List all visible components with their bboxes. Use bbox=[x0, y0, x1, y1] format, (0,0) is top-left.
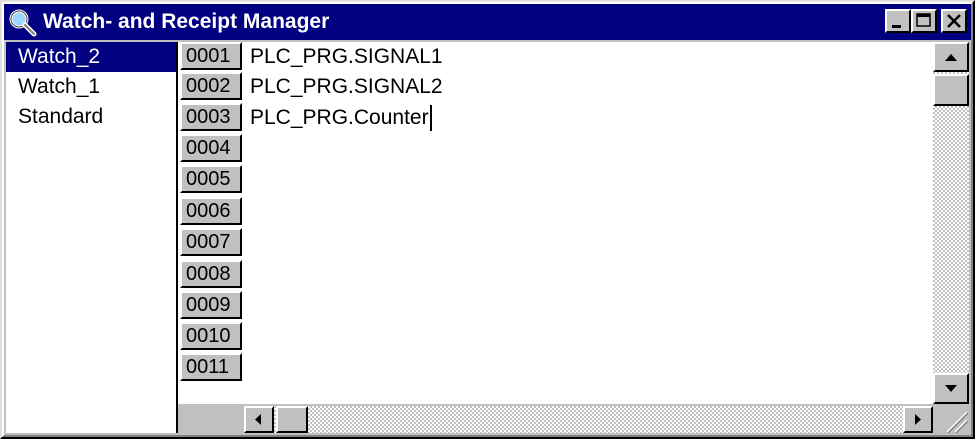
maximize-button[interactable] bbox=[911, 9, 937, 33]
arrow-right-icon bbox=[915, 414, 921, 425]
line-number: 0009 bbox=[180, 291, 242, 319]
close-button[interactable] bbox=[941, 9, 967, 33]
vertical-scrollbar[interactable] bbox=[933, 42, 969, 404]
watch-editor: 0001 0002 0003 0004 0005 0006 0007 0008 … bbox=[178, 42, 969, 434]
watch-list-item[interactable]: Watch_1 bbox=[6, 72, 176, 102]
scroll-right-button[interactable] bbox=[903, 406, 933, 433]
scroll-left-button[interactable] bbox=[244, 406, 274, 433]
code-line[interactable]: PLC_PRG.SIGNAL1 bbox=[250, 42, 443, 72]
minimize-icon bbox=[892, 25, 901, 28]
code-line[interactable]: PLC_PRG.SIGNAL2 bbox=[250, 72, 443, 102]
scroll-up-button[interactable] bbox=[933, 42, 969, 72]
code-line[interactable]: PLC_PRG.Counter bbox=[250, 103, 432, 133]
watch-list-item[interactable]: Watch_2 bbox=[6, 42, 176, 72]
vertical-scroll-thumb[interactable] bbox=[933, 74, 969, 106]
close-icon bbox=[947, 14, 961, 28]
client-area: Watch_2 Watch_1 Standard 0001 0002 0003 … bbox=[6, 42, 969, 434]
magnifier-icon bbox=[9, 9, 37, 37]
line-number: 0007 bbox=[180, 228, 242, 256]
arrow-left-icon bbox=[255, 414, 261, 425]
line-number: 0003 bbox=[180, 103, 242, 131]
text-caret bbox=[429, 105, 432, 132]
resize-grip-icon bbox=[946, 411, 969, 434]
code-line-text: PLC_PRG.Counter bbox=[250, 106, 429, 129]
watch-receipt-manager-window: Watch- and Receipt Manager Watch_2 Watch… bbox=[0, 0, 975, 439]
line-number: 0008 bbox=[180, 260, 242, 288]
code-line-text: PLC_PRG.SIGNAL2 bbox=[250, 75, 443, 98]
line-number: 0002 bbox=[180, 72, 242, 100]
minimize-button[interactable] bbox=[885, 9, 911, 33]
code-line-text: PLC_PRG.SIGNAL1 bbox=[250, 45, 443, 68]
maximize-icon bbox=[916, 13, 931, 27]
scroll-down-button[interactable] bbox=[933, 373, 969, 404]
line-number-gutter: 0001 0002 0003 0004 0005 0006 0007 0008 … bbox=[178, 42, 244, 404]
horizontal-scrollbar[interactable] bbox=[244, 406, 933, 433]
watch-list-item[interactable]: Standard bbox=[6, 102, 176, 132]
horizontal-scroll-area bbox=[178, 404, 969, 434]
title-buttons bbox=[885, 9, 967, 33]
arrow-up-icon bbox=[945, 54, 957, 61]
title-bar[interactable]: Watch- and Receipt Manager bbox=[4, 4, 971, 40]
line-number: 0010 bbox=[180, 322, 242, 350]
line-number: 0005 bbox=[180, 165, 242, 193]
line-number: 0006 bbox=[180, 197, 242, 225]
line-number: 0004 bbox=[180, 134, 242, 162]
watch-expression-editor[interactable]: PLC_PRG.SIGNAL1 PLC_PRG.SIGNAL2 PLC_PRG.… bbox=[246, 42, 930, 404]
watch-list-pane: Watch_2 Watch_1 Standard bbox=[6, 42, 178, 433]
window-title: Watch- and Receipt Manager bbox=[43, 10, 330, 33]
resize-grip[interactable] bbox=[933, 406, 969, 434]
arrow-down-icon bbox=[945, 385, 957, 392]
line-number: 0001 bbox=[180, 42, 242, 70]
line-number: 0011 bbox=[180, 353, 242, 381]
horizontal-scroll-thumb[interactable] bbox=[276, 406, 308, 433]
